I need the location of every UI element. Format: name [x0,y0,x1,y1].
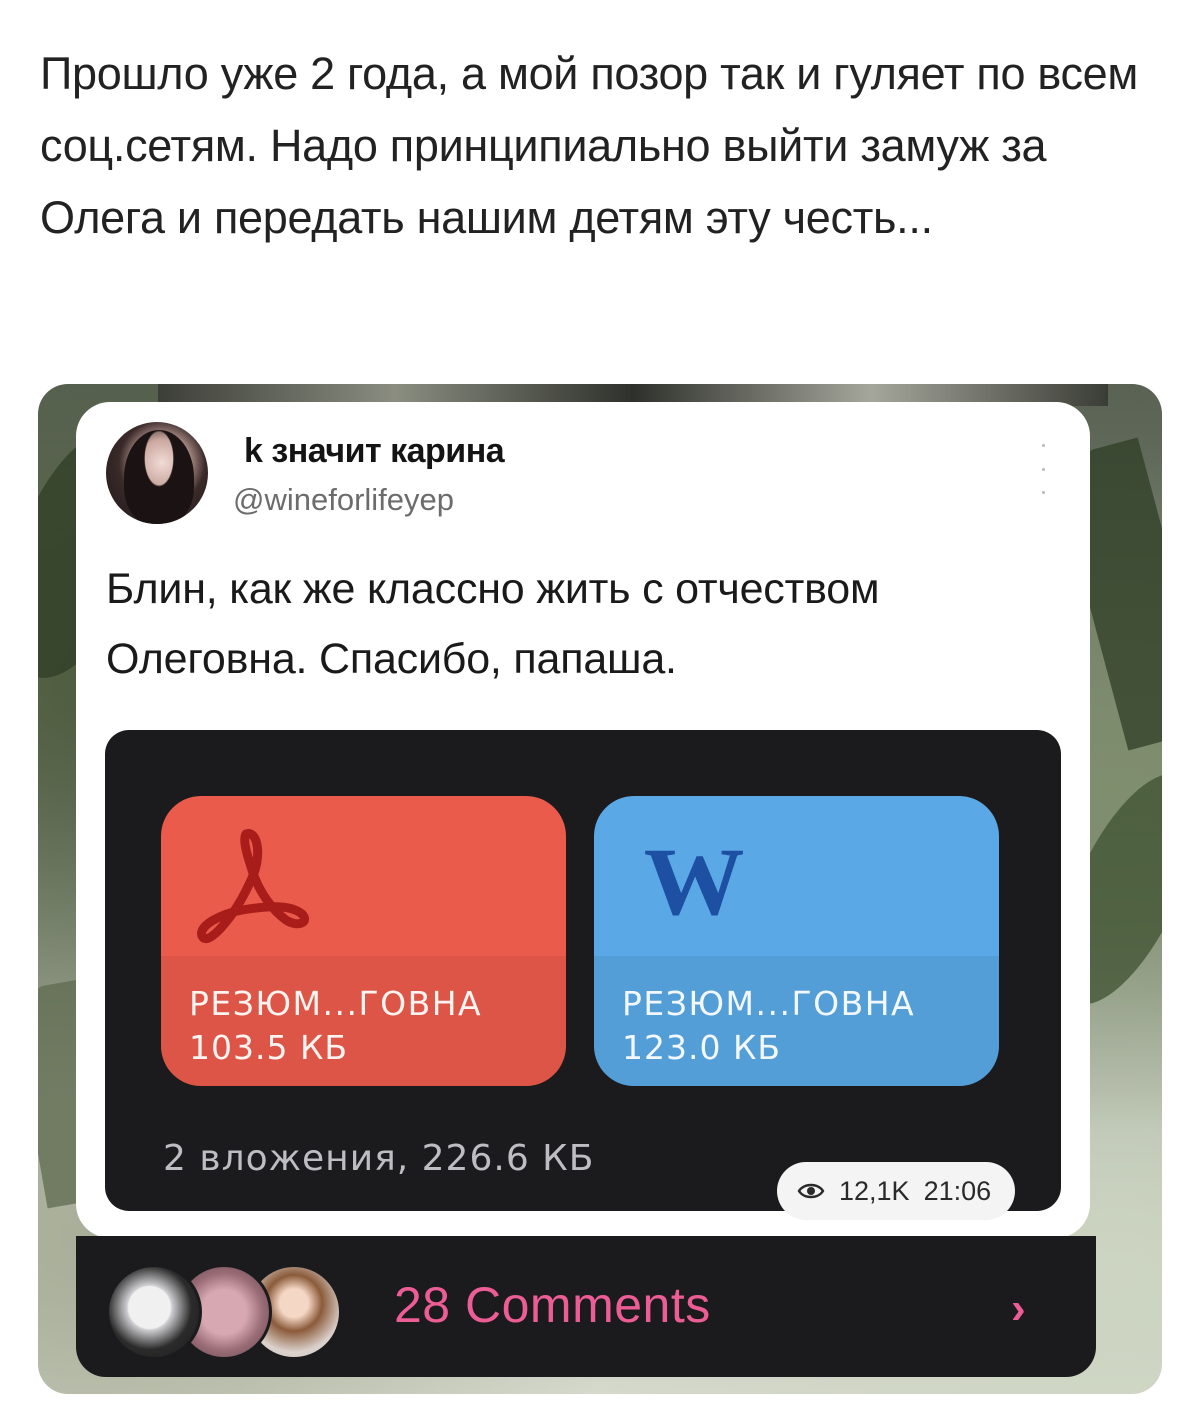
comments-bar[interactable]: 28 Comments › [76,1236,1096,1377]
file-size: 103.5 КБ [189,1028,349,1067]
post-caption: Прошло уже 2 года, а мой позор так и гул… [40,48,1139,243]
message-time: 21:06 [923,1175,992,1206]
pdf-attachment[interactable]: РЕЗЮМ...ГОВНА 103.5 КБ [161,796,566,1086]
file-name: РЕЗЮМ...ГОВНА [189,984,483,1023]
view-count: 12,1K [839,1175,910,1206]
commenter-avatar [106,1264,202,1360]
acrobat-pdf-icon [197,829,309,944]
tweet-text: Блин, как же классно жить с отчеством Ол… [106,565,880,683]
attachments-summary: 2 вложения, 226.6 КБ [163,1138,595,1179]
chevron-right-icon[interactable]: › [1011,1284,1026,1334]
word-w-icon: W [643,828,745,935]
author-name[interactable]: k значит карина [244,432,505,471]
telegram-message: РЕЗЮМ...ГОВНА 103.5 КБ W РЕЗЮМ...ГОВНА 1… [105,730,1061,1220]
file-name: РЕЗЮМ...ГОВНА [622,984,916,1023]
word-attachment[interactable]: W РЕЗЮМ...ГОВНА 123.0 КБ [594,796,999,1086]
author-handle[interactable]: @wineforlifeyep [233,482,454,518]
author-avatar[interactable] [106,422,208,524]
comments-count-link[interactable]: 28 Comments [394,1276,711,1334]
file-size: 123.0 КБ [622,1028,782,1067]
message-meta: 12,1K 21:06 [777,1162,1016,1220]
more-options-icon[interactable] [1040,444,1046,494]
eye-icon [797,1183,825,1199]
